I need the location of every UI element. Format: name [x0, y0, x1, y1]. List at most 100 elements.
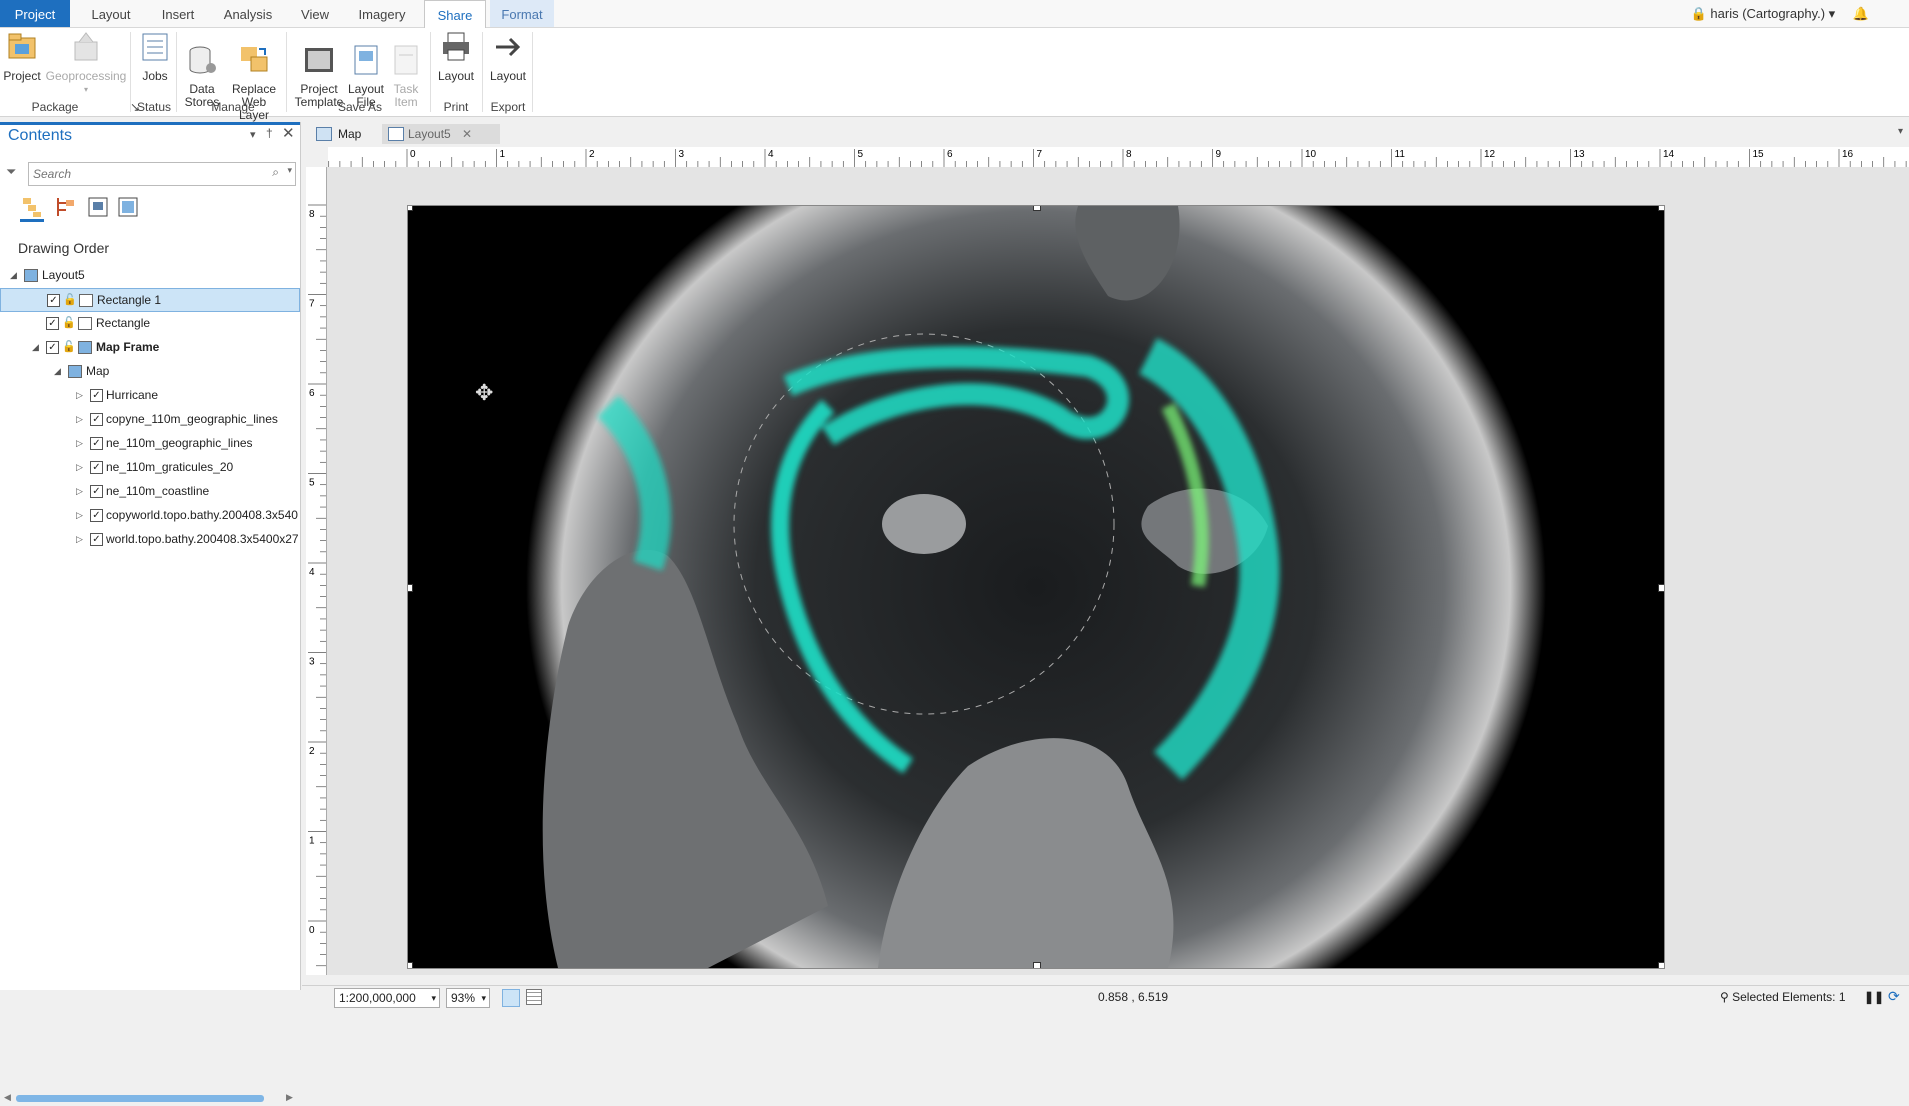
- contents-search[interactable]: ⌕ ▾: [28, 162, 296, 186]
- pin-icon[interactable]: †: [266, 126, 273, 140]
- expand-icon[interactable]: ▷: [76, 480, 83, 502]
- tree-item-label: ne_110m_graticules_20: [106, 460, 234, 474]
- tabs-overflow-icon[interactable]: ▾: [1898, 126, 1903, 137]
- group-separator: [532, 32, 533, 112]
- notification-bell-icon[interactable]: 🔔: [1853, 6, 1869, 21]
- pane-options-icon[interactable]: ▾: [250, 128, 256, 141]
- tab-layout5[interactable]: Layout5 ✕: [382, 124, 500, 144]
- chevron-down-icon[interactable]: ▾: [287, 165, 292, 176]
- list-by-drawing-order-icon[interactable]: [20, 195, 44, 222]
- filter-icon[interactable]: ⏷: [6, 164, 16, 180]
- visibility-checkbox[interactable]: ✓: [90, 461, 103, 474]
- visibility-checkbox[interactable]: ✓: [90, 437, 103, 450]
- visibility-checkbox[interactable]: ✓: [90, 533, 103, 546]
- layout-page-map-frame[interactable]: ✥: [407, 205, 1665, 969]
- grid-icon[interactable]: [526, 989, 542, 1005]
- resize-handle[interactable]: [1033, 206, 1041, 211]
- scroll-right-icon[interactable]: ▶: [286, 1092, 293, 1103]
- tab-view[interactable]: View: [290, 0, 340, 27]
- visibility-checkbox[interactable]: ✓: [47, 294, 60, 307]
- collapse-icon[interactable]: ◢: [10, 264, 17, 286]
- layer-copyworld-topo-bathy[interactable]: ▷ ✓copyworld.topo.bathy.200408.3x5400x270…: [0, 504, 298, 526]
- scale-selector[interactable]: 1:200,000,000 ▾: [334, 988, 440, 1008]
- layout5-item[interactable]: ◢ Layout5: [0, 264, 298, 286]
- tab-share[interactable]: Share: [424, 0, 486, 29]
- tab-project[interactable]: Project: [0, 0, 70, 27]
- expand-icon[interactable]: ▷: [76, 384, 83, 406]
- visibility-checkbox[interactable]: ✓: [90, 413, 103, 426]
- zoom-value: 93%: [451, 991, 476, 1005]
- tab-format[interactable]: Format: [490, 0, 554, 27]
- layer-world-topo-bathy[interactable]: ▷ ✓world.topo.bathy.200408.3x5400x2700.pn…: [0, 528, 298, 550]
- collapse-icon[interactable]: ◢: [32, 336, 39, 358]
- scroll-thumb[interactable]: [16, 1095, 264, 1102]
- horizontal-ruler: 0 1 2 3 4 5 6 7 8 9 10 11 12 13 14 15 16: [328, 147, 1909, 168]
- tab-insert[interactable]: Insert: [148, 0, 208, 27]
- tree-item-label: Map: [86, 364, 110, 378]
- group-label-print: Print: [443, 100, 469, 114]
- geoprocessing-package-button[interactable]: Geoprocessing ▾: [44, 30, 128, 96]
- replace-web-layer-button[interactable]: Replace Web Layer: [226, 30, 282, 135]
- refresh-icon[interactable]: ⟳: [1888, 988, 1900, 1005]
- pause-drawing-icon[interactable]: ❚❚: [1864, 990, 1884, 1004]
- print-layout-button[interactable]: Layout: [434, 30, 478, 83]
- map-frame-item[interactable]: ◢ ✓ 🔓 Map Frame: [0, 336, 298, 358]
- resize-handle[interactable]: [1658, 206, 1664, 211]
- expand-icon[interactable]: ▷: [76, 408, 83, 430]
- button-label: Jobs: [142, 69, 168, 83]
- lock-icon[interactable]: 🔓: [62, 312, 76, 334]
- project-package-button[interactable]: Project: [2, 30, 42, 83]
- visibility-checkbox[interactable]: ✓: [90, 389, 103, 402]
- jobs-button[interactable]: Jobs: [136, 30, 174, 83]
- selected-elements-count[interactable]: ⚲ Selected Elements: 1: [1720, 990, 1846, 1004]
- lock-icon[interactable]: 🔓: [62, 336, 76, 358]
- expand-icon[interactable]: ▷: [76, 528, 83, 550]
- layer-hurricane[interactable]: ▷ ✓ Hurricane: [0, 384, 298, 406]
- zoom-selector[interactable]: 93% ▾: [446, 988, 490, 1008]
- visibility-checkbox[interactable]: ✓: [46, 317, 59, 330]
- export-layout-button[interactable]: Layout: [486, 30, 530, 83]
- tab-imagery[interactable]: Imagery: [346, 0, 418, 27]
- ruler-label: 7: [1037, 149, 1043, 160]
- resize-handle[interactable]: [408, 962, 413, 968]
- resize-handle[interactable]: [408, 584, 413, 592]
- tab-layout[interactable]: Layout: [80, 0, 142, 27]
- layer-ne-geographic-lines[interactable]: ▷ ✓ ne_110m_geographic_lines: [0, 432, 298, 454]
- layer-ne-graticules[interactable]: ▷ ✓ ne_110m_graticules_20: [0, 456, 298, 478]
- resize-handle[interactable]: [1033, 962, 1041, 968]
- close-tab-icon[interactable]: ✕: [462, 127, 472, 141]
- collapse-icon[interactable]: ◢: [54, 360, 61, 382]
- resize-handle[interactable]: [1658, 584, 1664, 592]
- list-by-selection-icon[interactable]: [86, 195, 110, 219]
- close-icon[interactable]: ✕: [282, 124, 295, 142]
- resize-handle[interactable]: [408, 206, 413, 211]
- search-input[interactable]: [29, 163, 255, 185]
- rectangle-1-item[interactable]: ✓ 🔓 Rectangle 1: [0, 288, 300, 312]
- page-snap-icon[interactable]: [502, 989, 520, 1007]
- search-icon[interactable]: ⌕: [272, 165, 279, 180]
- ruler-label: 6: [947, 149, 953, 160]
- tab-analysis[interactable]: Analysis: [212, 0, 284, 27]
- horizontal-scrollbar[interactable]: ◀ ▶: [4, 1092, 296, 1106]
- resize-handle[interactable]: [1658, 962, 1664, 968]
- expand-icon[interactable]: ▷: [76, 504, 83, 526]
- visibility-checkbox[interactable]: ✓: [90, 509, 103, 522]
- scroll-left-icon[interactable]: ◀: [4, 1092, 11, 1103]
- printer-icon: [443, 32, 469, 61]
- list-by-data-source-icon[interactable]: [54, 195, 78, 219]
- layer-copyne-geographic-lines[interactable]: ▷ ✓ copyne_110m_geographic_lines: [0, 408, 298, 430]
- rectangle-item[interactable]: ✓ 🔓 Rectangle: [0, 312, 298, 334]
- lock-icon[interactable]: 🔓: [63, 289, 77, 311]
- list-by-labeling-icon[interactable]: [116, 195, 140, 219]
- expand-icon[interactable]: ▷: [76, 432, 83, 454]
- task-item-button[interactable]: Task Item: [386, 30, 426, 122]
- layer-ne-coastline[interactable]: ▷ ✓ ne_110m_coastline: [0, 480, 298, 502]
- task-item-icon: [394, 45, 418, 75]
- visibility-checkbox[interactable]: ✓: [46, 341, 59, 354]
- expand-icon[interactable]: ▷: [76, 456, 83, 478]
- map-item[interactable]: ◢ Map: [0, 360, 298, 382]
- tab-map[interactable]: Map: [312, 124, 388, 144]
- user-account[interactable]: 🔒 haris (Cartography.) ▾ 🔔: [1691, 0, 1869, 27]
- visibility-checkbox[interactable]: ✓: [90, 485, 103, 498]
- tree-item-label: Rectangle 1: [97, 293, 162, 307]
